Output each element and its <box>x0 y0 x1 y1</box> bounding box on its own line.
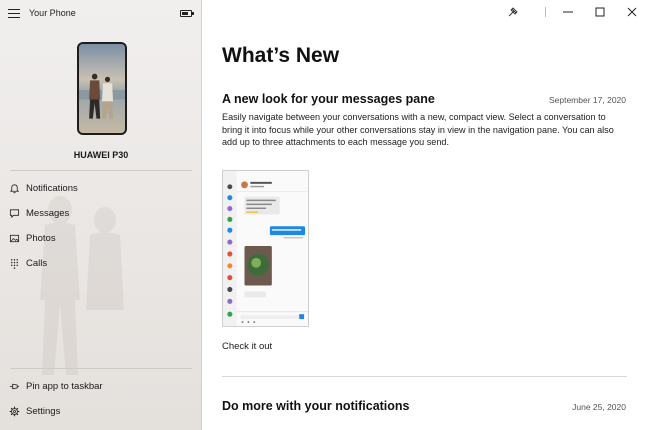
page-title: What’s New <box>222 44 340 67</box>
nav-label: Notifications <box>26 183 78 194</box>
article-date-notifications: June 25, 2020 <box>572 402 626 412</box>
close-button[interactable] <box>616 0 648 24</box>
pin-icon <box>9 383 20 390</box>
titlebar-separator <box>545 7 546 17</box>
sidebar: Your Phone HUAWEI P30 Notifications Mess… <box>0 0 202 430</box>
device-name: HUAWEI P30 <box>73 150 129 160</box>
chat-bubble-icon <box>9 209 20 219</box>
article-title-notifications: Do more with your notifications <box>222 399 410 413</box>
window-controls <box>552 0 648 24</box>
dialpad-icon <box>11 259 18 269</box>
maximize-button[interactable] <box>584 0 616 24</box>
bell-icon <box>9 184 20 194</box>
check-it-out-link[interactable]: Check it out <box>222 341 272 352</box>
app-title: Your Phone <box>29 8 76 18</box>
main-content: What’s New A new look for your messages … <box>202 0 648 430</box>
close-icon <box>627 7 637 17</box>
minimize-button[interactable] <box>552 0 584 24</box>
article-title: A new look for your messages pane <box>222 92 435 106</box>
nav-label: Messages <box>26 208 70 219</box>
nav-label: Settings <box>26 406 61 417</box>
pin-to-taskbar-button[interactable]: Pin app to taskbar <box>0 376 201 398</box>
nav-item-notifications[interactable]: Notifications <box>0 178 201 200</box>
sidebar-divider-bottom <box>10 368 192 369</box>
battery-level <box>182 12 188 15</box>
sidebar-titlebar: Your Phone <box>0 0 201 28</box>
nav-item-photos[interactable]: Photos <box>0 228 201 250</box>
nav-item-calls[interactable]: Calls <box>0 253 201 275</box>
article-divider <box>222 376 627 377</box>
settings-button[interactable]: Settings <box>0 401 201 423</box>
phone-image <box>77 42 127 135</box>
messages-pane-preview-image <box>222 170 309 327</box>
nav-item-messages[interactable]: Messages <box>0 203 201 225</box>
nav-label: Calls <box>26 258 48 269</box>
gear-icon <box>9 406 20 417</box>
sidebar-divider-top <box>10 170 192 171</box>
image-icon <box>9 234 20 243</box>
phone-wallpaper <box>79 44 125 133</box>
pin-window-icon[interactable] <box>506 5 520 19</box>
article-body: Easily navigate between your conversatio… <box>222 112 614 148</box>
minimize-icon <box>563 11 573 13</box>
nav-label: Pin app to taskbar <box>26 381 103 392</box>
maximize-icon <box>595 7 605 17</box>
hamburger-menu-icon[interactable] <box>8 9 20 19</box>
preview-illustration <box>223 171 308 326</box>
battery-icon <box>180 10 194 17</box>
article-date: September 17, 2020 <box>548 95 626 105</box>
nav-label: Photos <box>26 233 56 244</box>
